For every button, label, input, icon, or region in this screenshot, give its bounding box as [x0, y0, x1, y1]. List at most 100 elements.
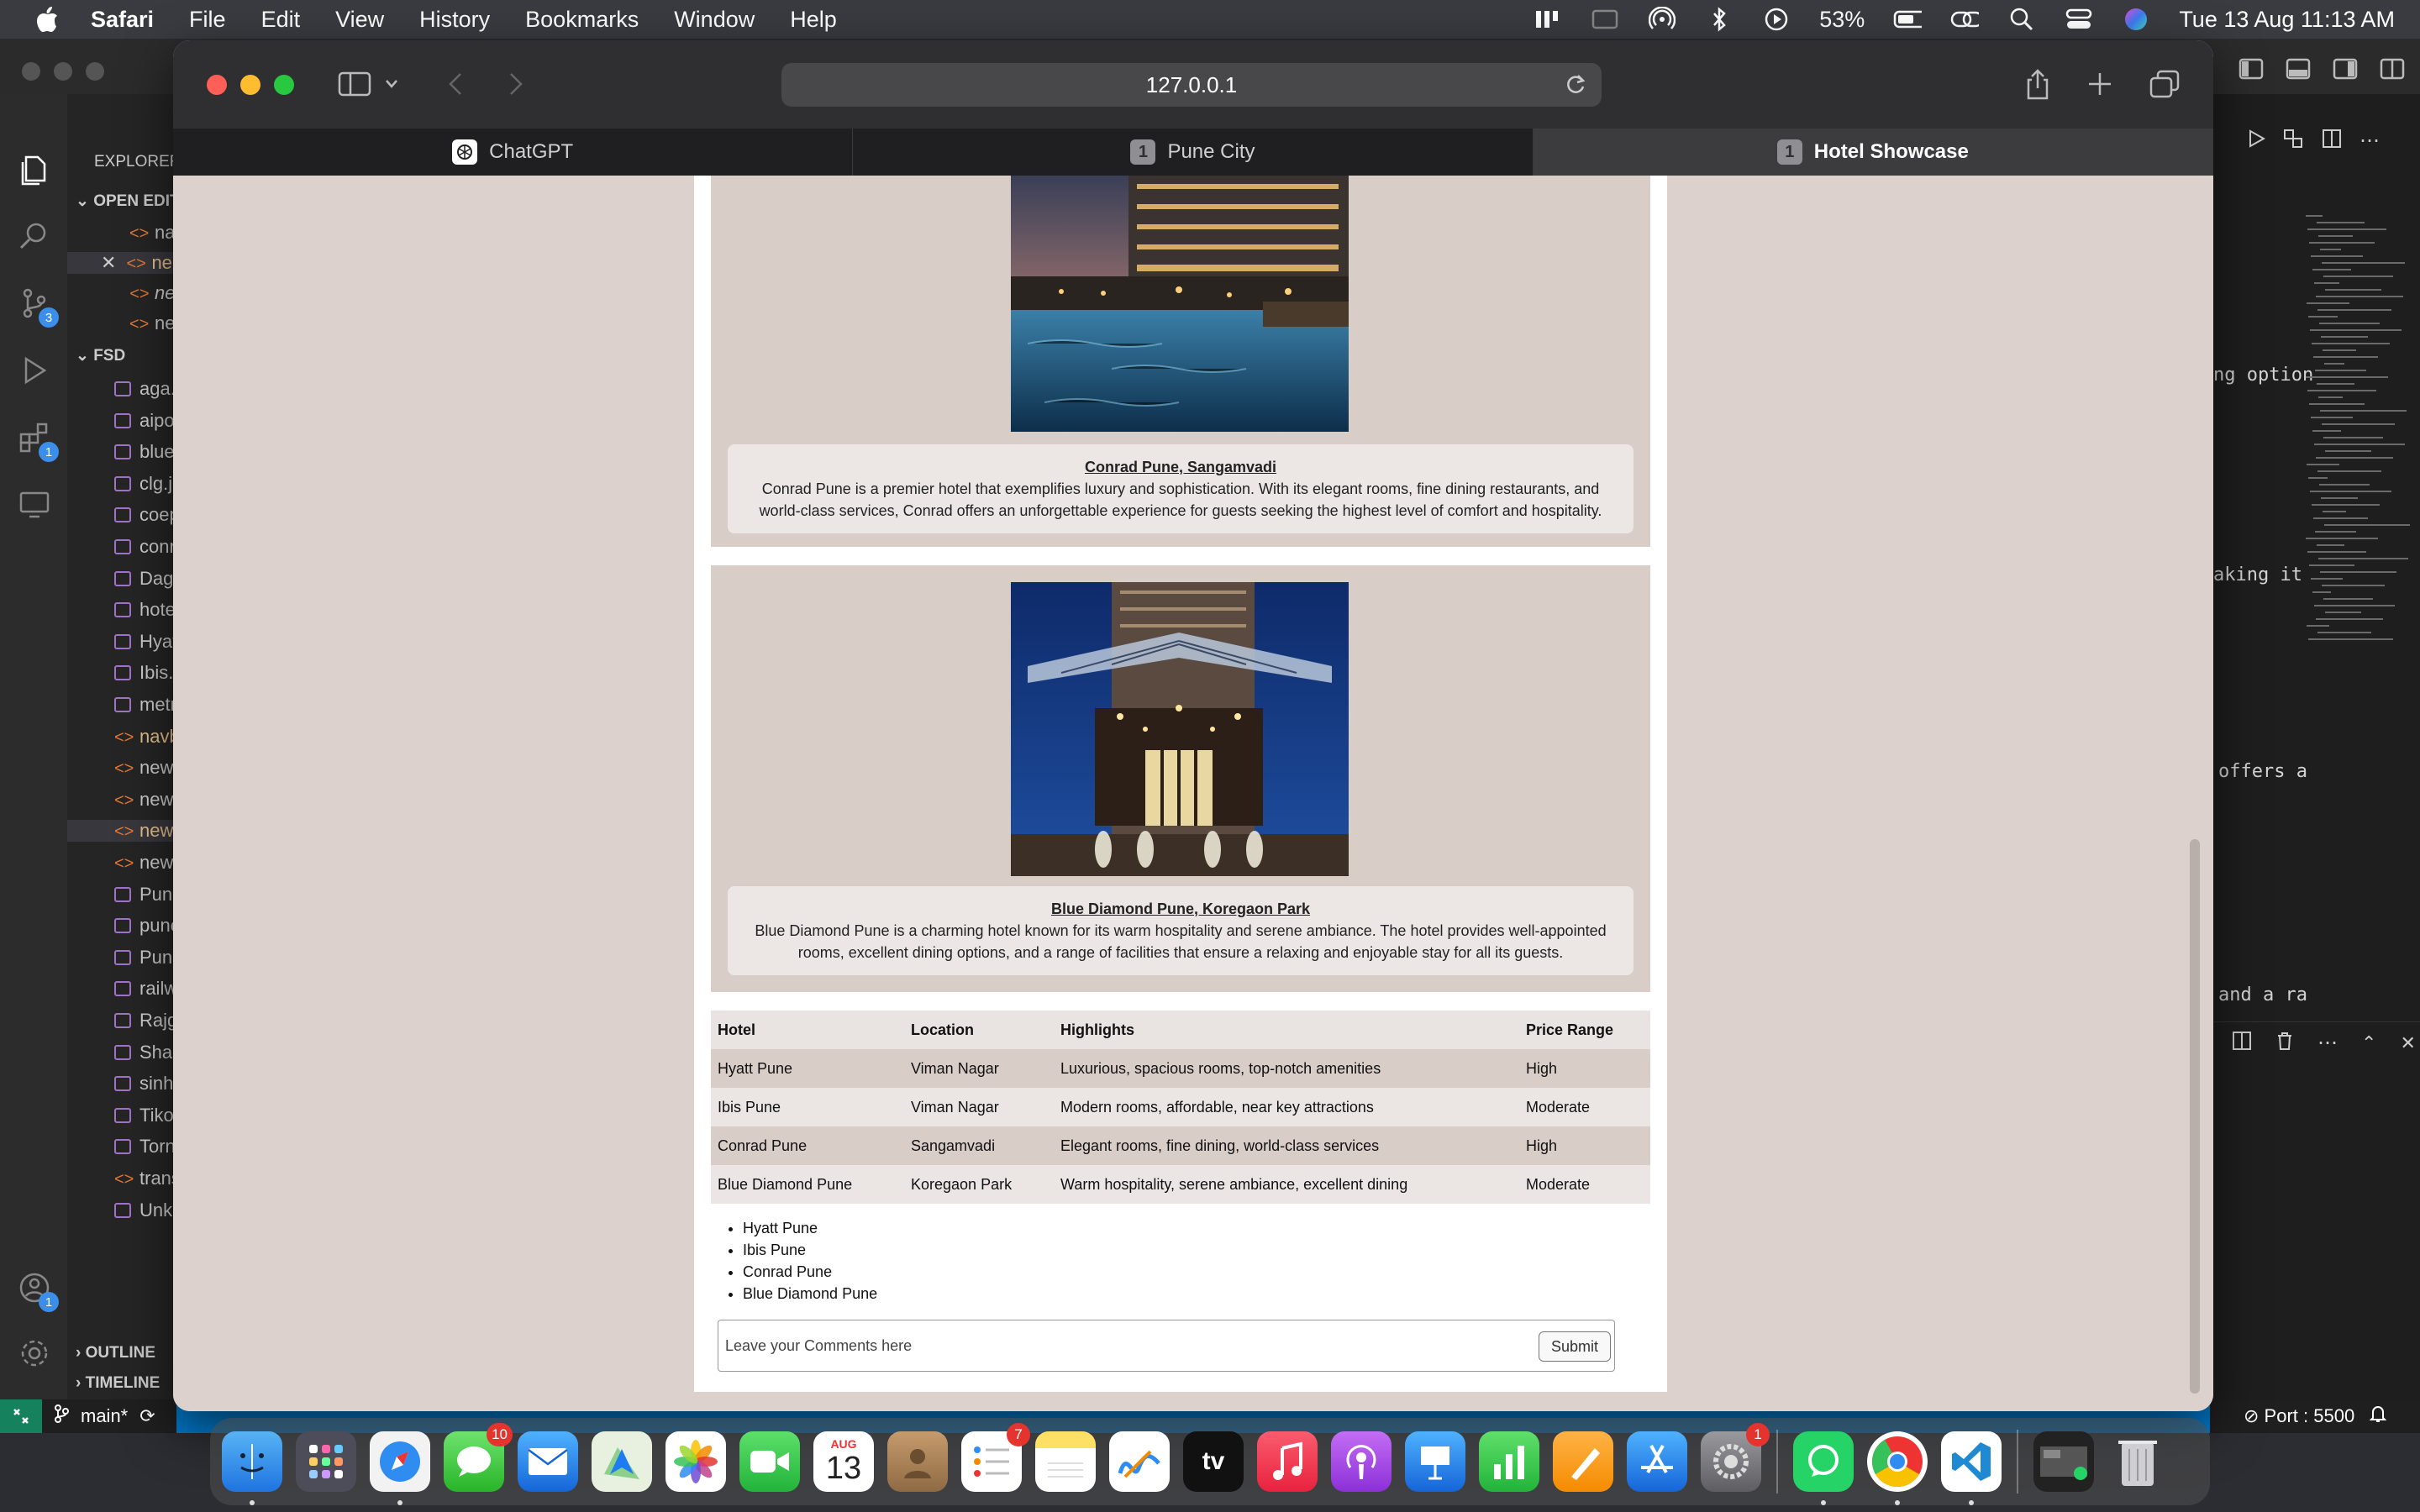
apple-tv-icon[interactable]: tv — [1183, 1431, 1244, 1492]
page-scrollbar[interactable] — [2190, 839, 2200, 1394]
menu-help[interactable]: Help — [790, 7, 837, 33]
menu-edit[interactable]: Edit — [261, 7, 301, 33]
panel-more-icon[interactable]: ⋯ — [2317, 1031, 2338, 1055]
screen-mirroring-icon[interactable] — [1950, 7, 1980, 32]
explorer-file-item[interactable]: Unknov — [114, 1200, 176, 1221]
explorer-file-item[interactable]: Hyatt.j — [114, 631, 176, 653]
explorer-file-item[interactable]: <>navbar — [114, 726, 176, 748]
app-store-icon[interactable] — [1627, 1431, 1687, 1492]
messages-icon[interactable]: 10 — [444, 1423, 513, 1492]
explorer-file-item[interactable]: aiport.j — [114, 410, 176, 432]
close-window-button[interactable] — [207, 75, 227, 95]
sidebar-toggle-icon[interactable] — [338, 67, 371, 101]
toggle-sidebar-icon[interactable] — [2238, 57, 2264, 85]
tab-pune-city[interactable]: 1 Pune City — [853, 129, 1534, 176]
open-editor-item[interactable]: <> ne — [129, 312, 175, 334]
explorer-file-item[interactable]: hotel.jp — [114, 599, 176, 621]
music-icon[interactable] — [1257, 1431, 1318, 1492]
vscode-dock-icon[interactable] — [1941, 1431, 2002, 1505]
calendar-icon[interactable]: AUG 13 — [813, 1431, 874, 1492]
keynote-icon[interactable] — [1405, 1431, 1465, 1492]
open-changes-icon[interactable] — [2282, 128, 2304, 154]
system-settings-icon[interactable]: 1 — [1701, 1423, 1770, 1492]
notifications-bell-icon[interactable] — [2369, 1404, 2387, 1428]
battery-icon[interactable] — [1893, 7, 1923, 32]
vscode-minimize-dot[interactable] — [54, 62, 72, 81]
comment-box[interactable]: Leave your Comments here Submit — [718, 1320, 1615, 1372]
tab-overview-icon[interactable] — [2149, 67, 2180, 101]
vscode-zoom-dot[interactable] — [86, 62, 104, 81]
remote-indicator-icon[interactable] — [0, 1399, 42, 1433]
tab-group-chevron-icon[interactable] — [385, 67, 398, 101]
explorer-file-item[interactable]: pune.p — [114, 915, 176, 937]
explorer-file-item[interactable]: <>new.ht — [114, 757, 176, 779]
menu-bookmarks[interactable]: Bookmarks — [525, 7, 639, 33]
explorer-file-item[interactable]: <>new5.h — [67, 820, 176, 843]
explorer-file-item[interactable]: railway — [114, 978, 176, 1000]
explorer-file-item[interactable]: Rajgad — [114, 1010, 176, 1032]
source-control-icon[interactable]: 3 — [17, 286, 59, 328]
explorer-file-item[interactable]: Dag.jp — [114, 568, 176, 590]
open-editor-item[interactable]: <> ne — [129, 282, 175, 304]
spotlight-search-icon[interactable] — [2007, 7, 2036, 32]
explorer-file-item[interactable]: <> trans.h — [114, 1168, 176, 1189]
share-icon[interactable] — [2025, 67, 2050, 101]
explorer-file-item[interactable]: clg.jpg — [114, 473, 176, 495]
trash-icon[interactable] — [2275, 1031, 2294, 1055]
maps-icon[interactable] — [592, 1431, 652, 1492]
split-terminal-icon[interactable] — [2232, 1031, 2252, 1055]
toggle-secondary-sidebar-icon[interactable] — [2333, 57, 2358, 85]
submit-button[interactable]: Submit — [1539, 1331, 1611, 1362]
maximize-panel-icon[interactable]: ⌃ — [2361, 1032, 2376, 1054]
split-editor-icon[interactable] — [2321, 128, 2343, 154]
explorer-file-item[interactable]: blueD.j — [114, 441, 176, 463]
explorer-file-item[interactable]: Pune C — [114, 884, 176, 906]
chrome-icon[interactable] — [1867, 1431, 1928, 1505]
tab-chatgpt[interactable]: ChatGPT — [173, 129, 854, 176]
notes-icon[interactable] — [1035, 1431, 1096, 1492]
close-editor-icon[interactable]: ✕ — [101, 252, 116, 273]
sync-icon[interactable]: ⟳ — [139, 1405, 155, 1427]
explorer-file-item[interactable]: metro.j — [114, 694, 176, 716]
explorer-file-item[interactable]: sinhag — [114, 1073, 176, 1095]
finder-icon[interactable] — [222, 1431, 282, 1505]
branch-name[interactable]: main* — [81, 1405, 128, 1427]
freeform-icon[interactable] — [1109, 1431, 1170, 1492]
back-icon[interactable] — [447, 67, 464, 101]
screenshot-thumbnail-icon[interactable] — [2033, 1431, 2094, 1492]
customize-layout-icon[interactable] — [2380, 57, 2405, 85]
close-panel-icon[interactable]: ✕ — [2400, 1032, 2415, 1054]
folder-header[interactable]: ⌄ FSD — [76, 346, 125, 365]
display-icon[interactable] — [1591, 7, 1619, 32]
explorer-file-item[interactable]: <> new6.h — [114, 852, 176, 874]
contacts-icon[interactable] — [887, 1431, 948, 1492]
new-tab-icon[interactable] — [2087, 67, 2112, 101]
facetime-icon[interactable] — [739, 1431, 800, 1492]
photos-icon[interactable] — [666, 1431, 726, 1492]
search-icon[interactable] — [17, 218, 52, 254]
hotel-card-title[interactable]: Blue Diamond Pune, Koregaon Park — [744, 898, 1617, 920]
open-editors-header[interactable]: ⌄ OPEN EDITORS — [76, 192, 176, 211]
explorer-file-item[interactable]: conrad — [114, 536, 176, 558]
explorer-file-item[interactable]: Torna.j — [114, 1136, 176, 1158]
run-debug-icon[interactable] — [17, 353, 52, 388]
menu-history[interactable]: History — [419, 7, 490, 33]
pages-icon[interactable] — [1553, 1431, 1613, 1492]
explorer-icon[interactable] — [17, 153, 52, 188]
bluetooth-icon[interactable] — [1705, 7, 1733, 32]
reminders-icon[interactable]: 7 — [961, 1423, 1030, 1492]
tab-hotel-showcase[interactable]: 1 Hotel Showcase — [1533, 129, 2213, 176]
stage-manager-icon[interactable] — [1534, 7, 1562, 32]
toggle-panel-icon[interactable] — [2286, 57, 2311, 85]
explorer-file-item[interactable]: coep.jp — [114, 504, 176, 526]
reload-icon[interactable] — [1565, 73, 1586, 102]
run-icon[interactable] — [2247, 129, 2266, 153]
open-editor-item[interactable]: <> na — [129, 222, 175, 244]
launchpad-icon[interactable] — [296, 1431, 356, 1492]
safari-dock-icon[interactable] — [370, 1431, 430, 1505]
explorer-file-item[interactable]: aga.jpg — [114, 378, 176, 400]
now-playing-icon[interactable] — [1762, 7, 1791, 32]
remote-explorer-icon[interactable] — [17, 487, 52, 522]
address-bar[interactable]: 127.0.0.1 — [781, 63, 1602, 107]
explorer-file-item[interactable]: Tikona — [114, 1105, 176, 1126]
